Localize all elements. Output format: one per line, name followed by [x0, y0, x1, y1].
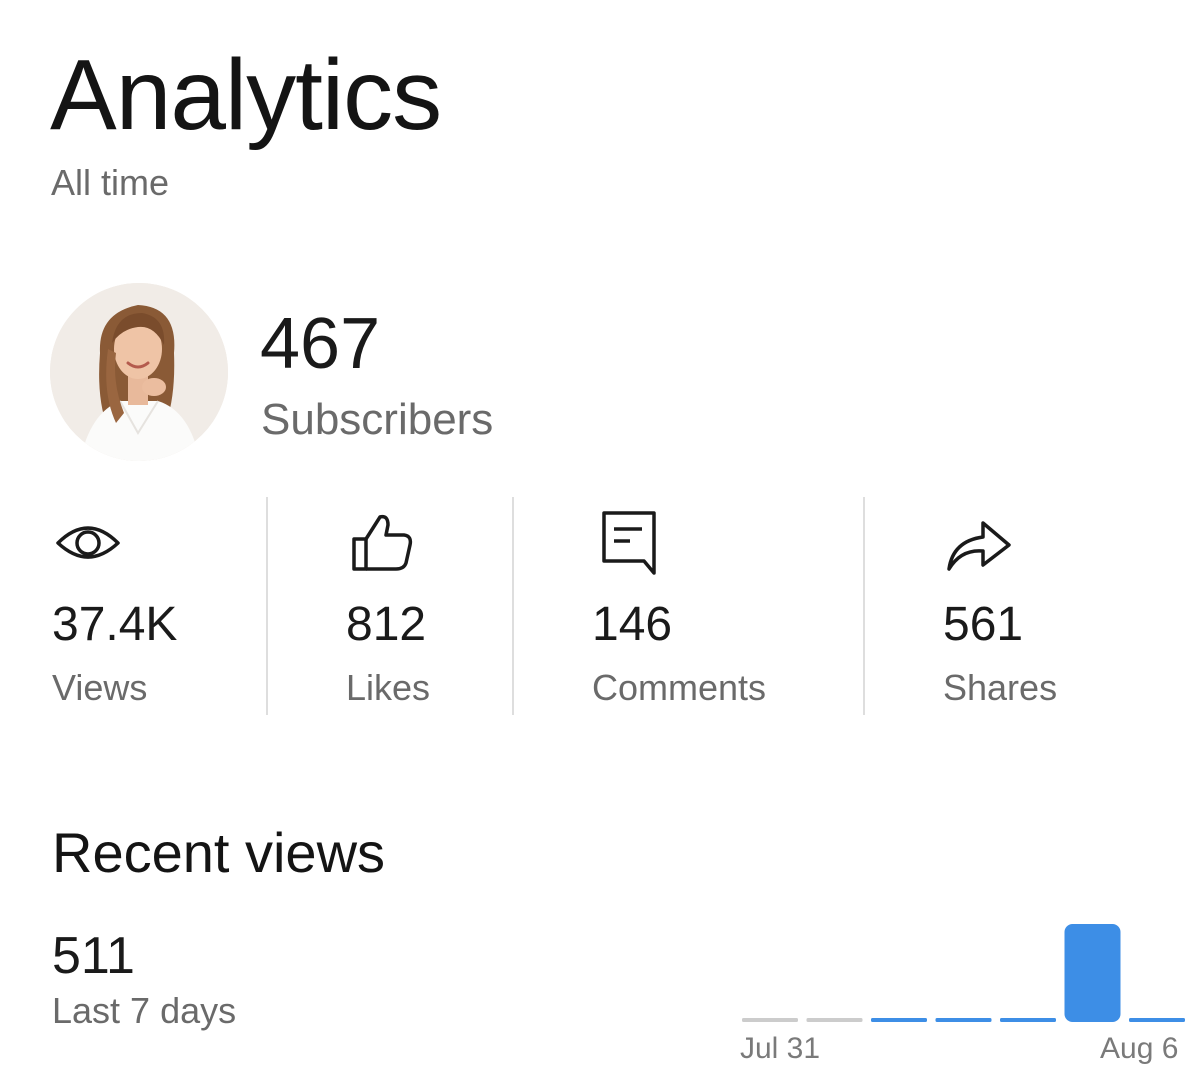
stat-divider: [512, 497, 514, 715]
views-value: 37.4K: [52, 598, 178, 651]
time-period-label: All time: [51, 162, 170, 203]
chart-bar-aug-3[interactable]: [935, 1018, 992, 1022]
x-tick-label: Aug 6: [1100, 1032, 1179, 1065]
chart-bar-jul-31[interactable]: [742, 1018, 798, 1022]
chart-bar-aug-6[interactable]: [1129, 1018, 1185, 1022]
stats-row: 37.4K Views 812 Likes 146 Comments 561 S…: [0, 497, 1201, 715]
comments-label: Comments: [592, 667, 767, 708]
views-label: Views: [52, 667, 148, 708]
recent-views-period: Last 7 days: [52, 990, 237, 1031]
chart-bar-aug-2[interactable]: [871, 1018, 927, 1022]
eye-icon: [52, 505, 124, 577]
share-icon: [943, 505, 1015, 577]
thumbs-up-icon: [346, 505, 418, 577]
x-tick-label: Jul 31: [740, 1032, 821, 1065]
chart-bar-aug-5[interactable]: [1064, 924, 1121, 1022]
subscriber-label: Subscribers: [261, 395, 494, 444]
shares-label: Shares: [943, 667, 1058, 708]
subscriber-count: 467: [260, 304, 381, 384]
page-title: Analytics: [50, 39, 442, 151]
stat-divider: [266, 497, 268, 715]
avatar[interactable]: [50, 283, 228, 461]
chart-bar-aug-1[interactable]: [806, 1018, 863, 1022]
likes-label: Likes: [346, 667, 431, 708]
comments-value: 146: [592, 598, 673, 651]
recent-views-count: 511: [52, 927, 135, 985]
likes-value: 812: [346, 598, 427, 651]
chart-bar-aug-4[interactable]: [1000, 1018, 1056, 1022]
analytics-page: Analytics All time 467 Subscribers 37.4K…: [0, 0, 1201, 1080]
comment-icon: [592, 505, 664, 577]
stat-divider: [863, 497, 865, 715]
shares-value: 561: [943, 598, 1024, 651]
recent-views-title: Recent views: [52, 821, 386, 884]
